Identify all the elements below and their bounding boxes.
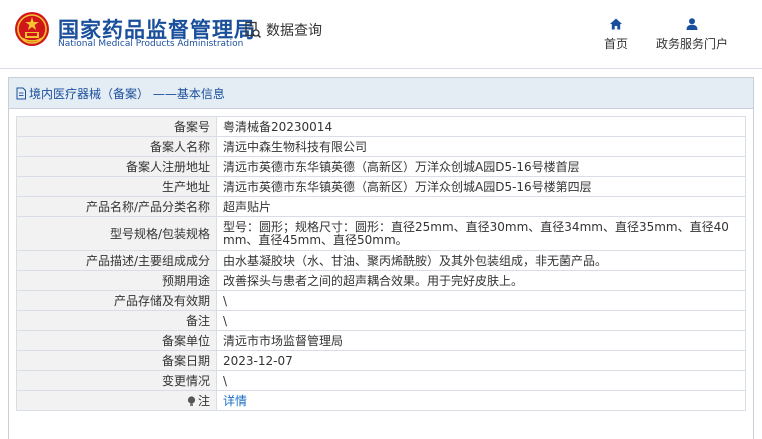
search-document-icon [245, 21, 262, 39]
table-row: 备案日期 2023-12-07 [16, 350, 746, 371]
table-row: 产品名称/产品分类名称 超声贴片 [16, 196, 746, 217]
row-label: 产品存储及有效期 [16, 290, 217, 311]
row-label: 产品描述/主要组成成分 [16, 250, 217, 271]
row-value: 清远市英德市东华镇英德（高新区）万洋众创城A园D5-16号楼第四层 [216, 176, 746, 197]
row-label: 备案号 [16, 116, 217, 137]
table-row: 产品描述/主要组成成分 由水基凝胶块（水、甘油、聚丙烯酰胺）及其外包装组成，非无… [16, 250, 746, 271]
row-label-note: 注 [16, 390, 217, 411]
row-label: 变更情况 [16, 370, 217, 391]
nav-home-label: 首页 [604, 37, 629, 51]
row-value: 型号：圆形；规格尺寸：圆形：直径25mm、直径30mm、直径34mm、直径35m… [216, 216, 746, 251]
header-divider [0, 68, 762, 69]
row-label: 型号规格/包装规格 [16, 216, 217, 251]
row-value: \ [216, 370, 746, 391]
detail-panel: 境内医疗器械（备案） ——基本信息 备案号 粤清械备20230014 备案人名称… [8, 77, 754, 439]
data-query-link[interactable]: 数据查询 [244, 20, 322, 40]
table-row: 预期用途 改善探头与患者之间的超声耦合效果。用于完好皮肤上。 [16, 270, 746, 291]
row-value: \ [216, 310, 746, 331]
data-query-label: 数据查询 [266, 23, 322, 39]
nav-gov-service[interactable]: 政务服务门户 [656, 17, 728, 52]
table-row: 产品存储及有效期 \ [16, 290, 746, 311]
panel-title: 境内医疗器械（备案） ——基本信息 [9, 78, 753, 109]
basic-info-table: 备案号 粤清械备20230014 备案人名称 清远中森生物科技有限公司 备案人注… [16, 116, 746, 411]
row-label: 备案日期 [16, 350, 217, 371]
user-icon [686, 18, 698, 30]
row-label: 备案人注册地址 [16, 156, 217, 177]
row-value: 清远市市场监督管理局 [216, 330, 746, 351]
row-value: 清远市英德市东华镇英德（高新区）万洋众创城A园D5-16号楼首层 [216, 156, 746, 177]
row-value: 清远中森生物科技有限公司 [216, 136, 746, 157]
site-name-en: National Medical Products Administration [58, 39, 244, 49]
site-header: 国家药品监督管理局 National Medical Products Admi… [0, 0, 762, 70]
table-row: 变更情况 \ [16, 370, 746, 391]
table-row: 注 详情 [16, 390, 746, 411]
row-label: 备案单位 [16, 330, 217, 351]
row-value: 粤清械备20230014 [216, 116, 746, 137]
row-value: \ [216, 290, 746, 311]
row-label: 备注 [16, 310, 217, 331]
row-label: 产品名称/产品分类名称 [16, 196, 217, 217]
panel-title-text: 境内医疗器械（备案） ——基本信息 [29, 86, 225, 101]
row-value: 由水基凝胶块（水、甘油、聚丙烯酰胺）及其外包装组成，非无菌产品。 [216, 250, 746, 271]
table-row: 备案人名称 清远中森生物科技有限公司 [16, 136, 746, 157]
table-row: 备案号 粤清械备20230014 [16, 116, 746, 137]
table-row: 备案人注册地址 清远市英德市东华镇英德（高新区）万洋众创城A园D5-16号楼首层 [16, 156, 746, 177]
table-row: 型号规格/包装规格 型号：圆形；规格尺寸：圆形：直径25mm、直径30mm、直径… [16, 216, 746, 251]
table-row: 备注 \ [16, 310, 746, 331]
nav-home[interactable]: 首页 [604, 17, 628, 52]
home-icon [610, 18, 622, 30]
document-icon [16, 87, 26, 99]
row-label: 预期用途 [16, 270, 217, 291]
nav-gov-service-label: 政务服务门户 [656, 37, 729, 51]
row-value: 2023-12-07 [216, 350, 746, 371]
table-row: 备案单位 清远市市场监督管理局 [16, 330, 746, 351]
details-link[interactable]: 详情 [223, 394, 247, 408]
row-label: 备案人名称 [16, 136, 217, 157]
row-label: 生产地址 [16, 176, 217, 197]
national-emblem-icon[interactable] [14, 11, 50, 47]
row-value: 详情 [216, 390, 746, 411]
row-value: 超声贴片 [216, 196, 746, 217]
note-label: 注 [197, 393, 210, 408]
lightbulb-icon [187, 395, 196, 406]
table-row: 生产地址 清远市英德市东华镇英德（高新区）万洋众创城A园D5-16号楼第四层 [16, 176, 746, 197]
row-value: 改善探头与患者之间的超声耦合效果。用于完好皮肤上。 [216, 270, 746, 291]
